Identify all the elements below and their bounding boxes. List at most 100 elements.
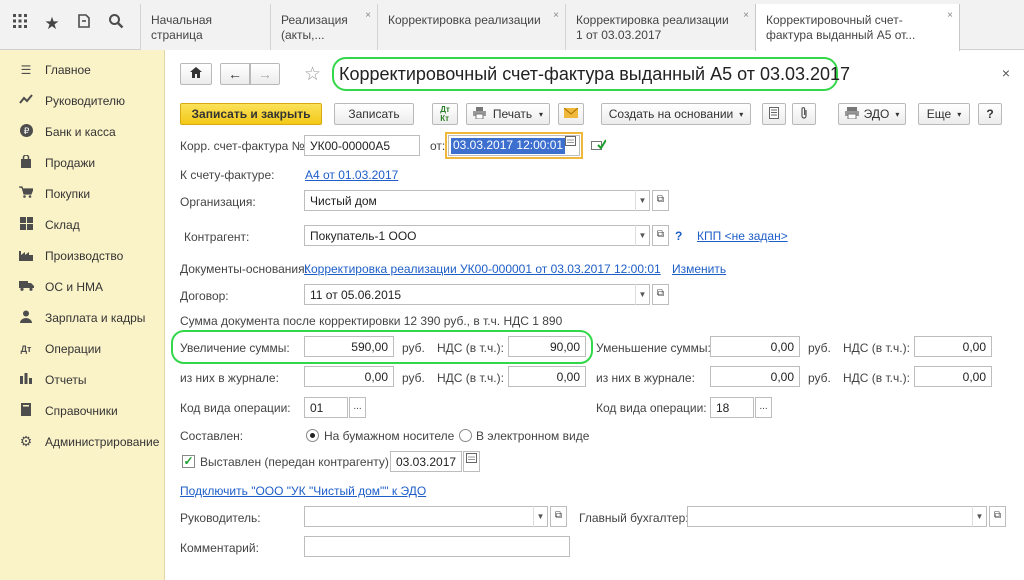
electronic-option-label: В электронном виде — [476, 429, 590, 443]
increase-vat-input[interactable]: 90,00 — [508, 336, 586, 357]
tab-correction-1[interactable]: Корректировка реализации 1 от 03.03.2017… — [565, 4, 755, 50]
attachment-button[interactable] — [792, 103, 816, 125]
date-input[interactable]: 03.03.2017 12:00:01 — [448, 135, 580, 156]
close-form-icon[interactable]: × — [1002, 65, 1010, 81]
issued-date-input[interactable]: 03.03.2017 — [390, 451, 462, 472]
electronic-radio[interactable] — [459, 429, 472, 442]
close-icon[interactable]: × — [553, 8, 559, 23]
help-button[interactable]: ? — [978, 103, 1002, 125]
invoice-status-icon[interactable] — [591, 139, 607, 154]
operation-code-select-button[interactable]: ... — [755, 397, 772, 418]
open-organization-button[interactable]: ⧉ — [652, 190, 669, 211]
save-and-close-button[interactable]: Записать и закрыть — [180, 103, 322, 125]
director-input[interactable] — [304, 506, 548, 527]
sidebar-item-purchases[interactable]: Покупки — [0, 178, 165, 209]
sidebar-item-salary[interactable]: Зарплата и кадры — [0, 302, 165, 333]
chevron-down-icon: ▾ — [739, 109, 744, 119]
operation-code-select-button[interactable]: ... — [349, 397, 366, 418]
connect-edo-link[interactable]: Подключить "ООО "УК "Чистый дом"" к ЭДО — [180, 484, 426, 498]
document-button[interactable] — [762, 103, 786, 125]
tab-correction-list[interactable]: Корректировка реализации × — [377, 4, 565, 50]
increase-amount-input[interactable]: 590,00 — [304, 336, 394, 357]
operation-code-input[interactable]: 01 — [304, 397, 348, 418]
kpp-link[interactable]: КПП <не задан> — [697, 229, 788, 243]
corr-invoice-number-input[interactable]: УК00-00000А5 — [304, 135, 420, 156]
open-contract-button[interactable]: ⧉ — [652, 284, 669, 305]
chevron-down-icon[interactable]: ▼ — [635, 225, 649, 246]
chevron-down-icon[interactable]: ▼ — [635, 284, 649, 305]
sidebar-item-references[interactable]: Справочники — [0, 395, 165, 426]
favorite-star-icon[interactable]: ☆ — [304, 63, 321, 86]
comment-input[interactable] — [304, 536, 570, 557]
organization-input[interactable]: Чистый дом — [304, 190, 650, 211]
chief-accountant-input[interactable] — [687, 506, 987, 527]
envelope-icon — [563, 107, 579, 121]
sidebar-item-operations[interactable]: Дт Операции — [0, 333, 165, 364]
ruble-icon: ₽ — [18, 123, 34, 140]
sidebar-item-main[interactable]: ☰ Главное — [0, 54, 165, 85]
apps-grid-icon[interactable] — [8, 12, 32, 36]
open-director-button[interactable]: ⧉ — [550, 506, 567, 527]
back-button[interactable]: ← — [220, 63, 250, 85]
tab-realization[interactable]: Реализация (акты,... × — [270, 4, 377, 50]
open-contractor-button[interactable]: ⧉ — [652, 225, 669, 246]
sidebar-item-director[interactable]: Руководителю — [0, 85, 165, 116]
base-documents-link[interactable]: Корректировка реализации УК00-000001 от … — [304, 262, 661, 276]
bar-chart-icon — [18, 372, 34, 387]
close-icon[interactable]: × — [743, 8, 749, 23]
calendar-icon[interactable] — [463, 451, 480, 472]
sidebar-item-sales[interactable]: Продажи — [0, 147, 165, 178]
sidebar-item-production[interactable]: Производство — [0, 240, 165, 271]
contract-input[interactable]: 11 от 05.06.2015 — [304, 284, 650, 305]
more-button[interactable]: Еще ▾ — [918, 103, 970, 125]
change-link[interactable]: Изменить — [672, 262, 726, 276]
sidebar-item-admin[interactable]: ⚙ Администрирование — [0, 426, 165, 457]
chevron-down-icon[interactable]: ▼ — [635, 190, 649, 211]
tab-label: Начальная страница — [151, 13, 213, 42]
issued-checkbox[interactable]: ✓ — [182, 455, 195, 468]
paper-radio[interactable] — [306, 429, 319, 442]
save-button[interactable]: Записать — [334, 103, 414, 125]
sidebar-item-reports[interactable]: Отчеты — [0, 364, 165, 395]
to-invoice-link[interactable]: А4 от 01.03.2017 — [305, 168, 398, 182]
calendar-icon[interactable] — [562, 135, 579, 156]
forward-button[interactable]: → — [250, 63, 280, 85]
sidebar-item-warehouse[interactable]: Склад — [0, 209, 165, 240]
history-icon[interactable] — [72, 12, 96, 36]
close-icon[interactable]: × — [365, 8, 371, 23]
journal-increase-vat-input[interactable]: 0,00 — [508, 366, 586, 387]
document-form: ← → ☆ Корректировочный счет-фактура выда… — [166, 51, 1024, 580]
sidebar-item-label: Руководителю — [45, 93, 126, 108]
sidebar-item-bank[interactable]: ₽ Банк и касса — [0, 116, 165, 147]
journal-increase-input[interactable]: 0,00 — [304, 366, 394, 387]
star-icon[interactable]: ★ — [40, 12, 64, 36]
paper-option-label: На бумажном носителе — [324, 429, 455, 443]
dt-kt-icon: Дт — [20, 343, 32, 354]
search-icon[interactable] — [104, 12, 128, 36]
open-accountant-button[interactable]: ⧉ — [989, 506, 1006, 527]
decrease-vat-input[interactable]: 0,00 — [914, 336, 992, 357]
arrow-left-icon: ← — [228, 66, 242, 82]
home-button[interactable] — [180, 63, 212, 85]
print-button[interactable]: Печать ▾ — [466, 103, 550, 125]
bag-icon — [18, 153, 34, 171]
tab-label: Корректировка реализации — [388, 13, 541, 27]
close-icon[interactable]: × — [947, 8, 953, 23]
create-based-on-button[interactable]: Создать на основании ▾ — [601, 103, 751, 125]
operation-code-input-right[interactable]: 18 — [710, 397, 754, 418]
director-label: Руководитель: — [180, 511, 261, 525]
chevron-down-icon[interactable]: ▼ — [972, 506, 986, 527]
kpp-help-icon[interactable]: ? — [675, 229, 682, 243]
chevron-down-icon[interactable]: ▼ — [533, 506, 547, 527]
dt-kt-button[interactable]: Дт Кт — [432, 103, 458, 125]
journal-decrease-input[interactable]: 0,00 — [710, 366, 800, 387]
edo-button[interactable]: ЭДО ▾ — [838, 103, 906, 125]
journal-decrease-vat-input[interactable]: 0,00 — [914, 366, 992, 387]
decrease-amount-input[interactable]: 0,00 — [710, 336, 800, 357]
sidebar-item-assets[interactable]: ОС и НМА — [0, 271, 165, 302]
tab-corr-invoice[interactable]: Корректировочный счет-фактура выданный А… — [755, 4, 960, 51]
email-button[interactable] — [558, 103, 584, 125]
contractor-input[interactable]: Покупатель-1 ООО — [304, 225, 650, 246]
top-bar: ★ Начальная страница Реализация (акты,..… — [0, 0, 1024, 51]
tab-home[interactable]: Начальная страница — [140, 4, 270, 50]
